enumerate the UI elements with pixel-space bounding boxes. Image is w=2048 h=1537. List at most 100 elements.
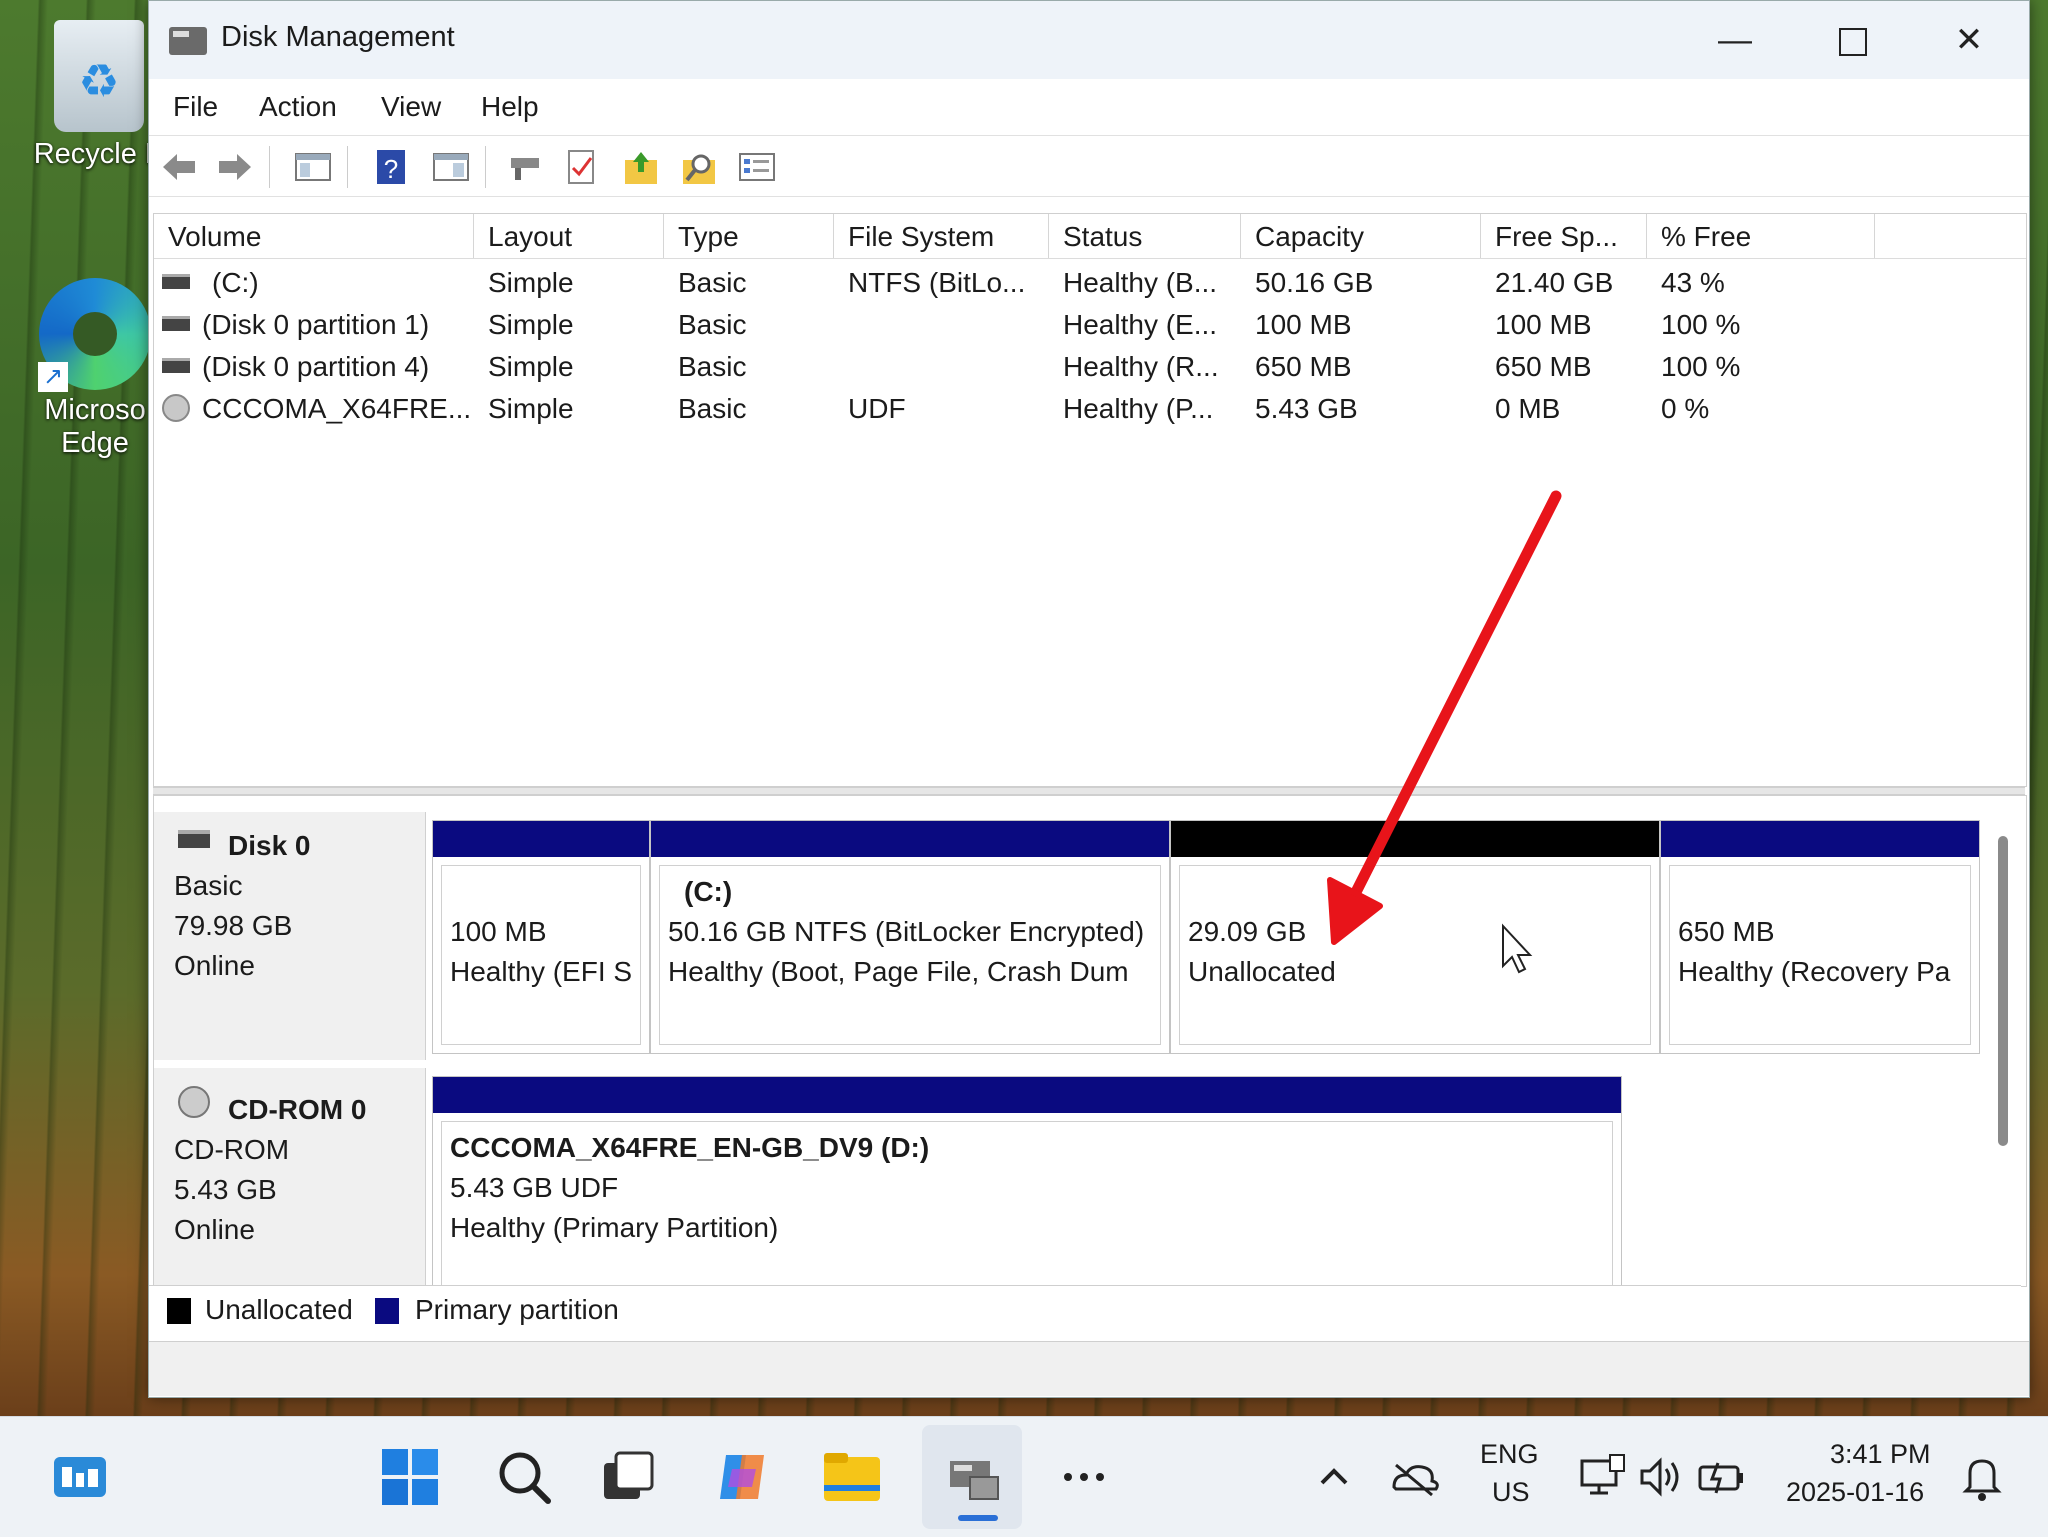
onedrive-offline-icon[interactable] <box>1384 1447 1444 1507</box>
disk-management-icon <box>169 27 207 55</box>
console-tree-icon[interactable] <box>293 148 333 186</box>
col-percent-free[interactable]: % Free <box>1647 214 1875 258</box>
export-icon[interactable] <box>621 148 661 186</box>
show-pane-icon[interactable] <box>431 148 471 186</box>
clock-date[interactable]: 2025-01-16 <box>1786 1477 1924 1508</box>
partition-efi[interactable]: 100 MB Healthy (EFI S <box>432 820 650 1054</box>
widgets-icon[interactable] <box>50 1447 110 1507</box>
col-file-system[interactable]: File System <box>834 214 1049 258</box>
cell-layout: Simple <box>488 267 574 298</box>
task-view-icon[interactable] <box>598 1447 658 1507</box>
back-arrow-icon[interactable] <box>159 148 199 186</box>
cell-capacity: 50.16 GB <box>1255 267 1374 298</box>
col-status[interactable]: Status <box>1049 214 1241 258</box>
chevron-up-icon[interactable] <box>1304 1447 1364 1507</box>
col-type[interactable]: Type <box>664 214 834 258</box>
close-button[interactable]: ✕ <box>1929 11 2009 69</box>
partition-recovery[interactable]: 650 MB Healthy (Recovery Pa <box>1660 820 1980 1054</box>
cell-pct: 0 % <box>1661 393 1710 424</box>
help-icon[interactable]: ? <box>371 148 411 186</box>
menu-file[interactable]: File <box>173 91 218 123</box>
partition-label: CCCOMA_X64FRE_EN-GB_DV9 (D:) <box>450 1132 930 1163</box>
disk0-kind: Basic <box>174 870 243 901</box>
partition-size: 29.09 GB <box>1188 916 1307 947</box>
minimize-button[interactable]: — <box>1695 11 1775 69</box>
partition-status: Healthy (Boot, Page File, Crash Dum <box>668 956 1129 987</box>
menu-view[interactable]: View <box>381 91 441 123</box>
volume-icon[interactable] <box>1632 1447 1692 1507</box>
partition-status: Healthy (EFI S <box>450 956 633 987</box>
cell-volume: (Disk 0 partition 4) <box>202 351 430 382</box>
volume-row[interactable]: (C:) Simple Basic NTFS (BitLo... Healthy… <box>154 262 2026 304</box>
pane-splitter[interactable] <box>153 787 2025 795</box>
partition-status: Healthy (Primary Partition) <box>450 1212 779 1243</box>
cell-free: 0 MB <box>1495 393 1561 424</box>
cdrom-icon <box>178 1086 210 1118</box>
start-icon[interactable] <box>380 1447 440 1507</box>
window-title: Disk Management <box>221 21 455 53</box>
partition-label <box>1678 872 1970 912</box>
maximize-button[interactable] <box>1813 11 1893 69</box>
vertical-scrollbar[interactable] <box>1998 836 2008 1146</box>
partition-size: 650 MB <box>1678 916 1775 947</box>
connect-icon[interactable] <box>505 148 545 186</box>
more-icon[interactable] <box>1054 1447 1114 1507</box>
col-capacity[interactable]: Capacity <box>1241 214 1481 258</box>
svg-text:?: ? <box>384 154 398 184</box>
hdd-icon <box>178 830 210 848</box>
properties-icon[interactable] <box>561 148 601 186</box>
language-line2[interactable]: US <box>1492 1477 1530 1508</box>
partition-color-bar <box>651 821 1169 857</box>
volume-list-header: Volume Layout Type File System Status Ca… <box>154 214 2026 259</box>
cell-capacity: 100 MB <box>1255 309 1352 340</box>
forward-arrow-icon[interactable] <box>215 148 255 186</box>
menu-action[interactable]: Action <box>259 91 337 123</box>
partition-cdrom-d[interactable]: CCCOMA_X64FRE_EN-GB_DV9 (D:) 5.43 GB UDF… <box>432 1076 1622 1286</box>
cell-capacity: 650 MB <box>1255 351 1352 382</box>
search-icon[interactable] <box>494 1447 554 1507</box>
partition-c[interactable]: (C:) 50.16 GB NTFS (BitLocker Encrypted)… <box>650 820 1170 1054</box>
settings-icon[interactable] <box>737 148 777 186</box>
cell-volume: (Disk 0 partition 1) <box>202 309 430 340</box>
cell-free: 100 MB <box>1495 309 1592 340</box>
cdrom-icon <box>162 394 190 422</box>
recycle-bin-icon: ♻ <box>54 20 144 132</box>
col-volume[interactable]: Volume <box>154 214 474 258</box>
disk-management-icon[interactable] <box>944 1447 1004 1507</box>
col-free-space[interactable]: Free Sp... <box>1481 214 1647 258</box>
title-bar[interactable]: Disk Management — ✕ <box>149 1 2029 79</box>
hdd-icon <box>162 274 190 289</box>
network-icon[interactable] <box>1572 1447 1632 1507</box>
volume-row[interactable]: (Disk 0 partition 1) Simple Basic Health… <box>154 304 2026 346</box>
copilot-icon[interactable] <box>712 1447 772 1507</box>
partition-color-bar <box>1661 821 1979 857</box>
cdrom0-info[interactable]: CD-ROM 0 CD-ROM 5.43 GB Online <box>154 1068 426 1286</box>
clock-time[interactable]: 3:41 PM <box>1830 1439 1931 1470</box>
notification-bell-icon[interactable] <box>1952 1447 2012 1507</box>
cell-layout: Simple <box>488 351 574 382</box>
cell-status: Healthy (R... <box>1063 351 1219 382</box>
cell-fs: UDF <box>848 393 906 424</box>
language-line1[interactable]: ENG <box>1480 1439 1539 1470</box>
cell-fs: NTFS (BitLo... <box>848 267 1026 298</box>
cdrom0-state: Online <box>174 1214 255 1245</box>
cell-status: Healthy (E... <box>1063 309 1218 340</box>
col-layout[interactable]: Layout <box>474 214 664 258</box>
volume-list: Volume Layout Type File System Status Ca… <box>153 213 2027 787</box>
battery-icon[interactable] <box>1692 1447 1752 1507</box>
partition-unallocated[interactable]: 29.09 GB Unallocated <box>1170 820 1660 1054</box>
volume-row[interactable]: CCCOMA_X64FRE... Simple Basic UDF Health… <box>154 388 2026 430</box>
partition-color-bar <box>1171 821 1659 857</box>
search-icon[interactable] <box>679 148 719 186</box>
menu-help[interactable]: Help <box>481 91 539 123</box>
shortcut-arrow-icon: ↗ <box>38 362 68 392</box>
partition-size: 100 MB <box>450 916 547 947</box>
disk0-size: 79.98 GB <box>174 910 293 941</box>
cell-status: Healthy (P... <box>1063 393 1214 424</box>
maximize-icon <box>1839 28 1867 57</box>
disk0-info[interactable]: Disk 0 Basic 79.98 GB Online <box>154 812 426 1060</box>
volume-row[interactable]: (Disk 0 partition 4) Simple Basic Health… <box>154 346 2026 388</box>
file-explorer-icon[interactable] <box>822 1447 882 1507</box>
legend-primary-label: Primary partition <box>415 1294 619 1325</box>
partition-status: Healthy (Recovery Pa <box>1678 956 1951 987</box>
